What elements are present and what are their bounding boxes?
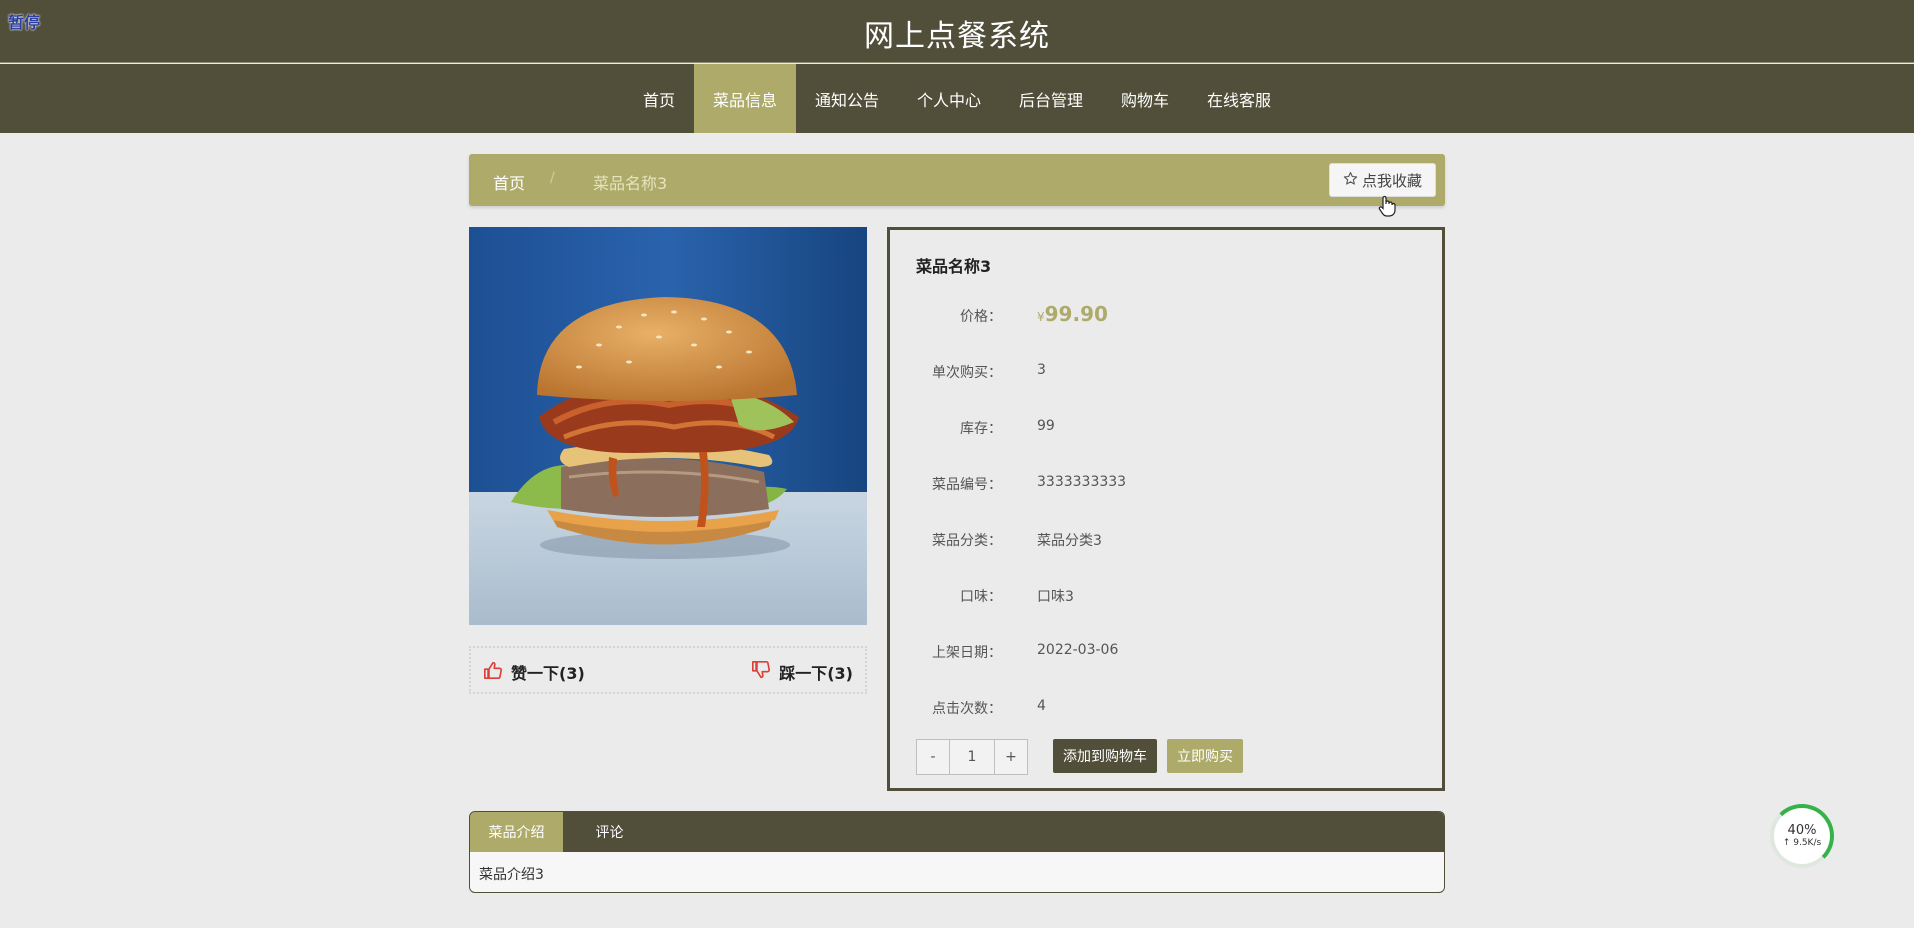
quantity-decrease-button[interactable]: - <box>917 740 949 774</box>
speed-percent: 40% <box>1787 822 1817 838</box>
tab-comments[interactable]: 评论 <box>563 812 656 852</box>
favorite-label: 点我收藏 <box>1361 171 1422 190</box>
tab-header: 菜品介绍 评论 <box>470 812 1444 852</box>
detail-row: 库存： 99 <box>890 418 1442 442</box>
breadcrumb-home-link[interactable]: 首页 <box>493 170 525 194</box>
field-label: 菜品分类： <box>932 533 1002 549</box>
field-value: 4 <box>1037 698 1046 714</box>
thumbs-down-icon <box>751 661 771 683</box>
breadcrumb: 首页 / 菜品名称3 点我收藏 <box>469 154 1445 206</box>
favorite-button[interactable]: 点我收藏 <box>1329 163 1436 197</box>
breadcrumb-current: 菜品名称3 <box>593 174 668 193</box>
field-label: 点击次数： <box>932 701 1002 717</box>
nav-item-dishes[interactable]: 菜品信息 <box>693 64 796 133</box>
field-label: 库存： <box>960 421 1002 437</box>
field-value: 菜品分类3 <box>1037 533 1102 549</box>
field-value: 3 <box>1037 362 1046 378</box>
price-value: ¥99.90 <box>1037 302 1108 326</box>
like-label: 赞一下(3) <box>511 664 585 683</box>
dish-name: 菜品名称3 <box>916 257 992 276</box>
like-button[interactable]: 赞一下(3) <box>483 660 585 684</box>
nav-item-notices[interactable]: 通知公告 <box>796 64 898 133</box>
detail-row: 上架日期： 2022-03-06 <box>890 642 1442 666</box>
detail-row: 菜品分类： 菜品分类3 <box>890 530 1442 554</box>
nav-item-personal-center[interactable]: 个人中心 <box>898 64 1000 133</box>
nav-item-admin[interactable]: 后台管理 <box>1000 64 1102 133</box>
thumbs-up-icon <box>483 661 503 683</box>
breadcrumb-separator: / <box>550 170 555 186</box>
field-value: 2022-03-06 <box>1037 642 1119 658</box>
quantity-input[interactable]: 1 <box>949 740 995 774</box>
dislike-button[interactable]: 踩一下(3) <box>751 660 853 684</box>
tab-content: 菜品介绍3 <box>479 867 544 883</box>
field-value: 3333333333 <box>1037 474 1127 490</box>
field-value: 99 <box>1037 418 1055 434</box>
field-label: 菜品编号： <box>932 477 1002 493</box>
field-label: 上架日期： <box>932 645 1002 661</box>
dish-photo <box>469 227 867 625</box>
detail-row: 菜品编号： 3333333333 <box>890 474 1442 498</box>
quantity-increase-button[interactable]: + <box>995 740 1027 774</box>
dislike-label: 踩一下(3) <box>779 664 853 683</box>
detail-row: 单次购买： 3 <box>890 362 1442 386</box>
dish-tabs: 菜品介绍 评论 菜品介绍3 <box>469 811 1445 893</box>
field-label: 口味： <box>960 589 1002 605</box>
currency-symbol: ¥ <box>1037 310 1045 324</box>
top-header: 暂停 网上点餐系统 <box>0 0 1914 63</box>
nav-item-home[interactable]: 首页 <box>624 64 694 133</box>
buy-now-button[interactable]: 立即购买 <box>1167 739 1243 773</box>
price-label: 价格： <box>960 309 1002 325</box>
site-title: 网上点餐系统 <box>864 19 1050 54</box>
nav-item-online-service[interactable]: 在线客服 <box>1188 64 1290 133</box>
vote-box: 赞一下(3) 踩一下(3) <box>469 646 867 694</box>
detail-row: 口味： 口味3 <box>890 586 1442 610</box>
detail-row: 点击次数： 4 <box>890 698 1442 722</box>
field-label: 单次购买： <box>932 365 1002 381</box>
main-nav: 首页 菜品信息 通知公告 个人中心 后台管理 购物车 在线客服 <box>0 64 1914 133</box>
hand-cursor-icon <box>1378 195 1396 222</box>
speed-rate: ↑ 9.5K/s <box>1782 837 1822 848</box>
price-amount: 99.90 <box>1044 302 1108 326</box>
add-to-cart-button[interactable]: 添加到购物车 <box>1053 739 1157 773</box>
star-outline-icon <box>1343 171 1358 190</box>
field-value: 口味3 <box>1037 589 1074 605</box>
quantity-stepper: - 1 + <box>916 739 1028 775</box>
tab-introduction[interactable]: 菜品介绍 <box>470 812 563 852</box>
nav-item-cart[interactable]: 购物车 <box>1102 64 1188 133</box>
price-row: 价格： ¥99.90 <box>890 302 1442 326</box>
network-speed-widget[interactable]: 40% ↑ 9.5K/s <box>1770 804 1834 868</box>
dish-detail-panel: 菜品名称3 价格： ¥99.90 单次购买： 3 库存： 99 菜品编号： 33… <box>887 227 1445 791</box>
